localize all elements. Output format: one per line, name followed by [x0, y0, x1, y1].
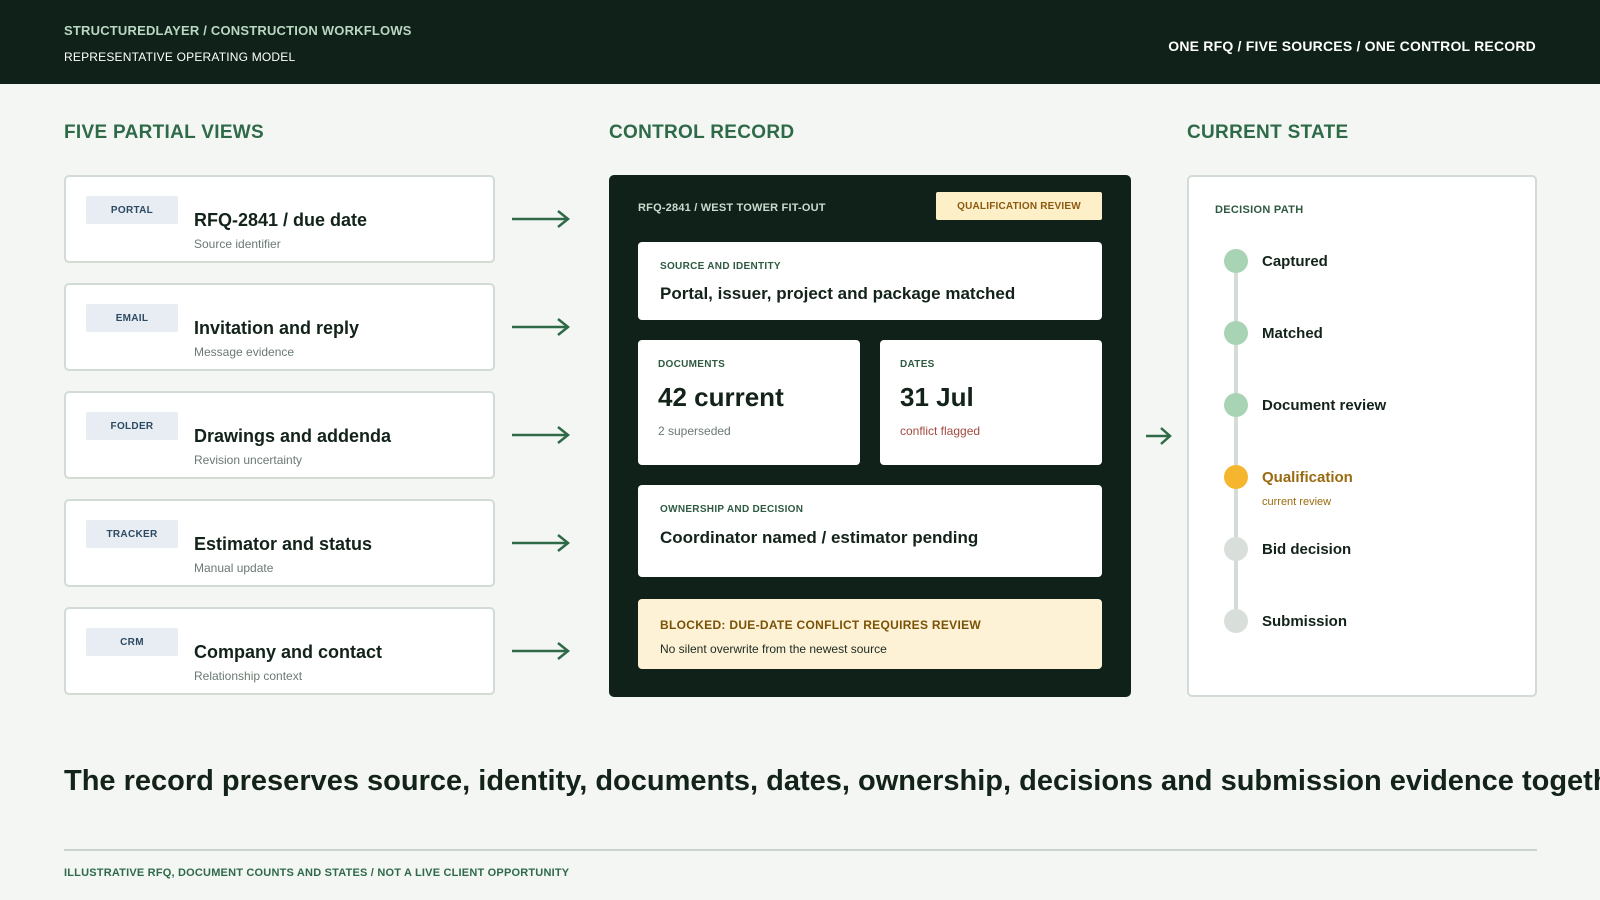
- step-label: Document review: [1262, 397, 1387, 414]
- heading-sources: FIVE PARTIAL VIEWS: [64, 122, 264, 143]
- step-dot-current: [1224, 465, 1248, 489]
- ownership-value: Coordinator named / estimator pending: [660, 528, 979, 547]
- footnote: ILLUSTRATIVE RFQ, DOCUMENT COUNTS AND ST…: [64, 867, 570, 879]
- source-subtitle: Relationship context: [194, 669, 303, 683]
- source-card-tracker: TRACKER Estimator and status Manual upda…: [64, 499, 495, 587]
- header-bar: STRUCTUREDLAYER / CONSTRUCTION WORKFLOWS…: [0, 0, 1600, 84]
- source-title: Company and contact: [194, 642, 383, 662]
- source-title: RFQ-2841 / due date: [194, 210, 368, 230]
- dates-value: 31 Jul: [900, 382, 974, 412]
- source-card-email: EMAIL Invitation and reply Message evide…: [64, 283, 495, 371]
- header-tagline: ONE RFQ / FIVE SOURCES / ONE CONTROL REC…: [1168, 38, 1536, 54]
- dates-label: DATES: [900, 359, 935, 370]
- documents-value: 42 current: [658, 382, 784, 412]
- brand-subtitle: REPRESENTATIVE OPERATING MODEL: [64, 50, 296, 64]
- heading-state: CURRENT STATE: [1187, 122, 1349, 143]
- source-tag: CRM: [86, 628, 178, 656]
- arrow-right-icon: [512, 426, 571, 444]
- divider: [64, 849, 1537, 851]
- source-title: Estimator and status: [194, 534, 373, 554]
- source-card-folder: FOLDER Drawings and addenda Revision unc…: [64, 391, 495, 479]
- step-label-current: Qualification: [1262, 469, 1353, 486]
- source-title: Invitation and reply: [194, 318, 360, 338]
- source-subtitle: Message evidence: [194, 345, 295, 359]
- current-state-panel: DECISION PATH Captured Matched Document …: [1187, 175, 1537, 697]
- identity-value: Portal, issuer, project and package matc…: [660, 284, 1016, 303]
- heading-control: CONTROL RECORD: [609, 122, 795, 143]
- arrow-right-icon: [512, 318, 571, 336]
- step-dot-pending: [1224, 609, 1248, 633]
- step-label: Submission: [1262, 613, 1348, 630]
- dates-card: DATES 31 Jul conflict flagged: [880, 340, 1102, 465]
- blocked-title: BLOCKED: DUE-DATE CONFLICT REQUIRES REVI…: [660, 618, 982, 632]
- source-title: Drawings and addenda: [194, 426, 392, 446]
- step-dot-done: [1224, 249, 1248, 273]
- step-label: Matched: [1262, 325, 1323, 342]
- documents-card: DOCUMENTS 42 current 2 superseded: [638, 340, 860, 465]
- arrow-right-icon: [512, 642, 571, 660]
- ownership-card: OWNERSHIP AND DECISION Coordinator named…: [638, 485, 1102, 577]
- arrow-right-icon: [512, 534, 571, 552]
- source-tag: FOLDER: [86, 412, 178, 440]
- dates-note: conflict flagged: [900, 424, 981, 438]
- step-dot-pending: [1224, 537, 1248, 561]
- step-dot-done: [1224, 393, 1248, 417]
- summary-statement: The record preserves source, identity, d…: [64, 765, 1600, 797]
- step-label: Bid decision: [1262, 541, 1352, 558]
- source-tag: PORTAL: [86, 196, 178, 224]
- ownership-label: OWNERSHIP AND DECISION: [660, 504, 804, 515]
- timeline-line: [1234, 261, 1238, 623]
- blocked-subtitle: No silent overwrite from the newest sour…: [660, 642, 887, 656]
- source-subtitle: Source identifier: [194, 237, 281, 251]
- step-label: Captured: [1262, 253, 1328, 270]
- source-card-crm: CRM Company and contact Relationship con…: [64, 607, 495, 695]
- identity-card: SOURCE AND IDENTITY Portal, issuer, proj…: [638, 242, 1102, 320]
- source-subtitle: Manual update: [194, 561, 274, 575]
- source-tag: TRACKER: [86, 520, 178, 548]
- arrow-right-icon: [1146, 427, 1172, 445]
- source-subtitle: Revision uncertainty: [194, 453, 303, 467]
- step-note: current review: [1262, 496, 1332, 508]
- source-card-portal: PORTAL RFQ-2841 / due date Source identi…: [64, 175, 495, 263]
- control-record-title: RFQ-2841 / WEST TOWER FIT-OUT: [638, 202, 826, 214]
- control-record-panel: RFQ-2841 / WEST TOWER FIT-OUT QUALIFICAT…: [609, 175, 1131, 697]
- blocked-alert: BLOCKED: DUE-DATE CONFLICT REQUIRES REVI…: [638, 599, 1102, 669]
- decision-path-label: DECISION PATH: [1215, 204, 1304, 216]
- step-dot-done: [1224, 321, 1248, 345]
- arrow-right-icon: [512, 210, 571, 228]
- source-tag: EMAIL: [86, 304, 178, 332]
- documents-note: 2 superseded: [658, 424, 731, 438]
- status-badge: QUALIFICATION REVIEW: [936, 192, 1102, 220]
- brand-title: STRUCTUREDLAYER / CONSTRUCTION WORKFLOWS: [64, 23, 412, 38]
- documents-label: DOCUMENTS: [658, 359, 726, 370]
- identity-label: SOURCE AND IDENTITY: [660, 261, 781, 272]
